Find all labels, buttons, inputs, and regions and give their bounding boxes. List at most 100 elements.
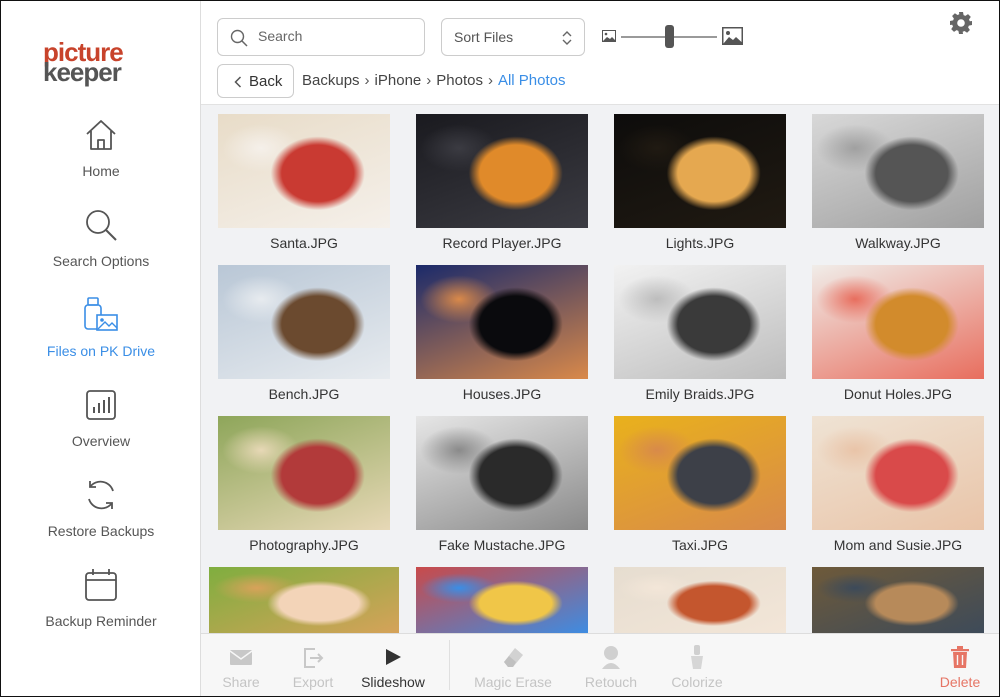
- photo-tile[interactable]: Bench.JPG: [218, 265, 390, 402]
- trash-icon: [951, 646, 969, 668]
- photo-tile[interactable]: Taxi.JPG: [614, 416, 786, 553]
- breadcrumb: Backups › iPhone › Photos › All Photos: [302, 72, 566, 89]
- settings-gear-icon[interactable]: [949, 11, 973, 35]
- photo-tile[interactable]: Donut Holes.JPG: [812, 265, 984, 402]
- photo-filename: Record Player.JPG: [442, 235, 562, 251]
- app-window: picture keeper Home Search Options Files…: [0, 0, 1000, 697]
- export-button[interactable]: Export: [287, 634, 339, 696]
- play-icon: [386, 649, 401, 665]
- restore-icon: [88, 480, 114, 510]
- photo-thumbnail[interactable]: [218, 265, 390, 379]
- sidebar-item-restore-backups[interactable]: Restore Backups: [1, 477, 201, 557]
- photo-filename: Photography.JPG: [249, 537, 359, 553]
- photo-thumbnail[interactable]: [416, 567, 588, 633]
- photo-tile[interactable]: Photography.JPG: [218, 416, 390, 553]
- photo-tile[interactable]: Lights.JPG: [614, 114, 786, 251]
- photo-filename: Bench.JPG: [268, 386, 340, 402]
- logo-line-2: keeper: [43, 57, 122, 87]
- photo-thumbnail[interactable]: [218, 114, 390, 228]
- search-icon: [86, 210, 117, 241]
- picturekeeper-logo: picture keeper: [43, 39, 124, 87]
- sidebar-item-label: Overview: [71, 433, 131, 449]
- photo-tile[interactable]: Record Player.JPG: [416, 114, 588, 251]
- slideshow-button[interactable]: Slideshow: [357, 634, 429, 696]
- photo-thumbnail[interactable]: [416, 114, 588, 228]
- photo-tile[interactable]: Santa.JPG: [218, 114, 390, 251]
- photo-thumbnail[interactable]: [614, 567, 786, 633]
- export-label: Export: [292, 674, 334, 690]
- photo-thumbnail[interactable]: [416, 265, 588, 379]
- breadcrumb-photos[interactable]: Photos: [436, 72, 483, 89]
- search-icon: [230, 29, 248, 47]
- photo-thumbnail[interactable]: [614, 114, 786, 228]
- zoom-slider-thumb[interactable]: [664, 25, 674, 48]
- chevron-up-down-icon: [562, 31, 572, 45]
- photo-thumbnail[interactable]: [812, 265, 984, 379]
- photo-tile[interactable]: Emily Braids.JPG: [614, 265, 786, 402]
- home-icon: [86, 120, 116, 150]
- search-box[interactable]: [217, 18, 425, 56]
- share-label: Share: [222, 674, 260, 690]
- photo-thumbnail[interactable]: [812, 114, 984, 228]
- breadcrumb-all-photos: All Photos: [497, 72, 566, 89]
- sort-files-select[interactable]: Sort Files: [441, 18, 585, 56]
- photo-tile[interactable]: Walkway.JPG: [812, 114, 984, 251]
- photo-tile[interactable]: [812, 567, 984, 633]
- sidebar-item-label: Files on PK Drive: [46, 343, 156, 359]
- sidebar-item-label: Home: [82, 163, 120, 179]
- photo-grid: Santa.JPG Record Player.JPG Lights.JPG W…: [201, 105, 999, 633]
- pk-drive-icon: [84, 297, 118, 331]
- sidebar-item-backup-reminder[interactable]: Backup Reminder: [1, 567, 201, 647]
- share-button[interactable]: Share: [217, 634, 265, 696]
- back-button[interactable]: Back: [217, 64, 294, 98]
- photo-filename: Santa.JPG: [270, 235, 338, 251]
- chevron-right-icon: ›: [426, 72, 432, 89]
- large-thumbnail-icon[interactable]: [722, 27, 743, 45]
- retouch-button[interactable]: Retouch: [581, 634, 641, 696]
- sidebar-item-files-on-pk-drive[interactable]: Files on PK Drive: [1, 297, 201, 377]
- photo-thumbnail[interactable]: [614, 416, 786, 530]
- sidebar: picture keeper Home Search Options Files…: [1, 1, 201, 696]
- photo-filename: Fake Mustache.JPG: [438, 537, 566, 553]
- photo-tile[interactable]: Fake Mustache.JPG: [416, 416, 588, 553]
- sidebar-item-home[interactable]: Home: [1, 117, 201, 197]
- export-icon: [304, 648, 324, 668]
- envelope-icon: [229, 650, 253, 665]
- sidebar-item-overview[interactable]: Overview: [1, 387, 201, 467]
- magic-erase-button[interactable]: Magic Erase: [469, 634, 557, 696]
- retouch-label: Retouch: [584, 674, 638, 690]
- sidebar-item-label: Search Options: [52, 253, 150, 269]
- colorize-button[interactable]: Colorize: [665, 634, 729, 696]
- calendar-icon: [85, 569, 117, 601]
- photo-thumbnail[interactable]: [812, 567, 984, 633]
- photo-filename: Donut Holes.JPG: [843, 386, 953, 402]
- photo-filename: Mom and Susie.JPG: [833, 537, 963, 553]
- breadcrumb-backups[interactable]: Backups: [302, 72, 360, 89]
- small-thumbnail-icon[interactable]: [602, 30, 616, 42]
- chevron-right-icon: ›: [487, 72, 493, 89]
- bottom-toolbar: Share Export Slideshow Magic Erase Retou…: [201, 633, 999, 696]
- photo-thumbnail[interactable]: [209, 567, 399, 633]
- chevron-left-icon: [234, 76, 242, 88]
- sidebar-item-search-options[interactable]: Search Options: [1, 207, 201, 287]
- breadcrumb-iphone[interactable]: iPhone: [375, 72, 422, 89]
- delete-button[interactable]: Delete: [935, 634, 985, 696]
- photo-filename: Walkway.JPG: [855, 235, 941, 251]
- photo-thumbnail[interactable]: [218, 416, 390, 530]
- photo-tile[interactable]: [209, 567, 399, 633]
- photo-tile[interactable]: [416, 567, 588, 633]
- eraser-icon: [504, 648, 523, 667]
- photo-tile[interactable]: Houses.JPG: [416, 265, 588, 402]
- photo-thumbnail[interactable]: [812, 416, 984, 530]
- magic-erase-label: Magic Erase: [474, 674, 552, 690]
- search-input[interactable]: [258, 28, 408, 44]
- photo-filename: Houses.JPG: [462, 386, 542, 402]
- photo-tile[interactable]: [614, 567, 786, 633]
- top-bar: Sort Files Back Backup: [201, 1, 999, 105]
- toolbar-divider: [449, 640, 450, 690]
- photo-tile[interactable]: Mom and Susie.JPG: [812, 416, 984, 553]
- delete-label: Delete: [939, 674, 981, 690]
- photo-thumbnail[interactable]: [614, 265, 786, 379]
- colorize-label: Colorize: [671, 674, 723, 690]
- photo-thumbnail[interactable]: [416, 416, 588, 530]
